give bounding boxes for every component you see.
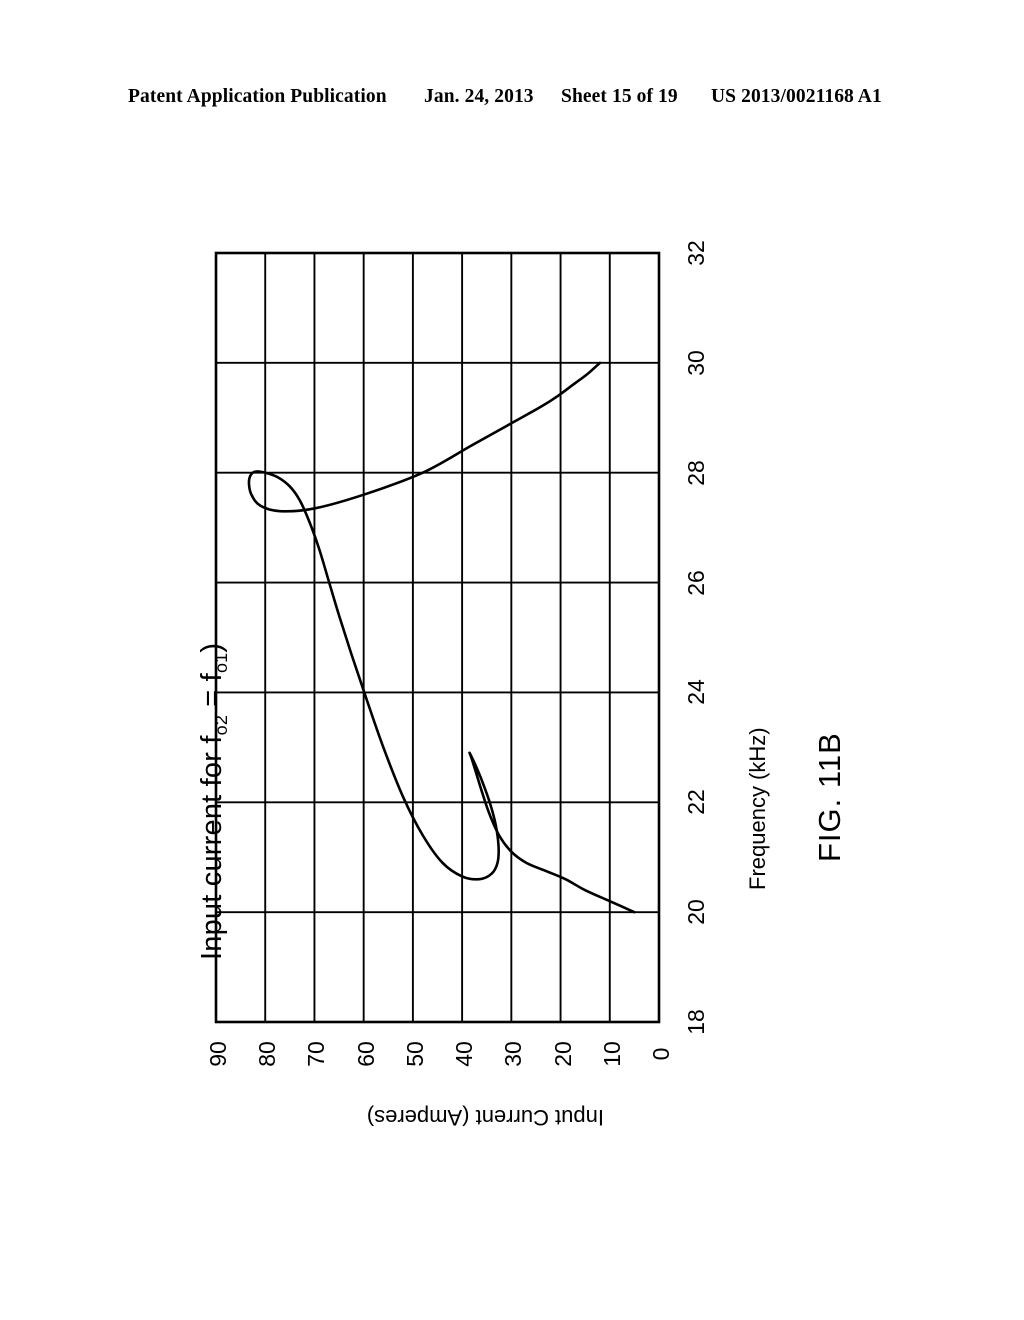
- header-patent-number: US 2013/0021168 A1: [711, 86, 882, 107]
- y-tick-label-50: 50: [401, 1041, 428, 1067]
- figure-area: Input current for fo2 = fo1) Frequency (…: [0, 150, 1024, 1210]
- y-tick-label-40: 40: [451, 1041, 478, 1067]
- chart-data-series-line: [247, 361, 636, 914]
- y-tick-label-10: 10: [598, 1041, 625, 1067]
- chart-title-sub2: o1: [210, 652, 231, 674]
- y-tick-label-70: 70: [303, 1041, 330, 1067]
- x-tick-label-26: 26: [683, 569, 709, 596]
- x-tick-label-20: 20: [683, 899, 709, 925]
- x-axis-title: Frequency (kHz): [745, 727, 770, 890]
- header-sheet: Sheet 15 of 19: [561, 86, 678, 107]
- x-tick-label-18: 18: [683, 1009, 709, 1035]
- figure-caption: FIG. 11B: [812, 732, 847, 862]
- x-tick-label-24: 24: [683, 679, 709, 706]
- chart-title-prefix: Input current for f: [196, 735, 228, 960]
- x-tick-label-30: 30: [683, 350, 709, 376]
- y-tick-label-0: 0: [648, 1047, 674, 1061]
- chart-title-sub1: o2: [210, 714, 231, 736]
- y-tick-label-60: 60: [352, 1041, 379, 1067]
- header-date: Jan. 24, 2013: [424, 86, 534, 107]
- x-tick-label-32: 32: [683, 240, 709, 266]
- chart-title-suffix: ): [196, 642, 228, 653]
- header-publication: Patent Application Publication: [128, 86, 387, 107]
- x-tick-label-28: 28: [683, 459, 709, 486]
- y-tick-label-30: 30: [500, 1041, 527, 1067]
- chart-title-middle: = f: [196, 673, 228, 715]
- y-tick-label-20: 20: [549, 1041, 576, 1067]
- y-axis-title: Input Current (Amperes): [366, 1105, 604, 1130]
- patent-header: Patent Application Publication Jan. 24, …: [0, 86, 1024, 118]
- chart-title: Input current for fo2 = fo1): [196, 642, 231, 960]
- y-tick-label-90: 90: [205, 1041, 231, 1067]
- y-tick-label-80: 80: [254, 1041, 281, 1067]
- x-tick-label-22: 22: [683, 789, 709, 816]
